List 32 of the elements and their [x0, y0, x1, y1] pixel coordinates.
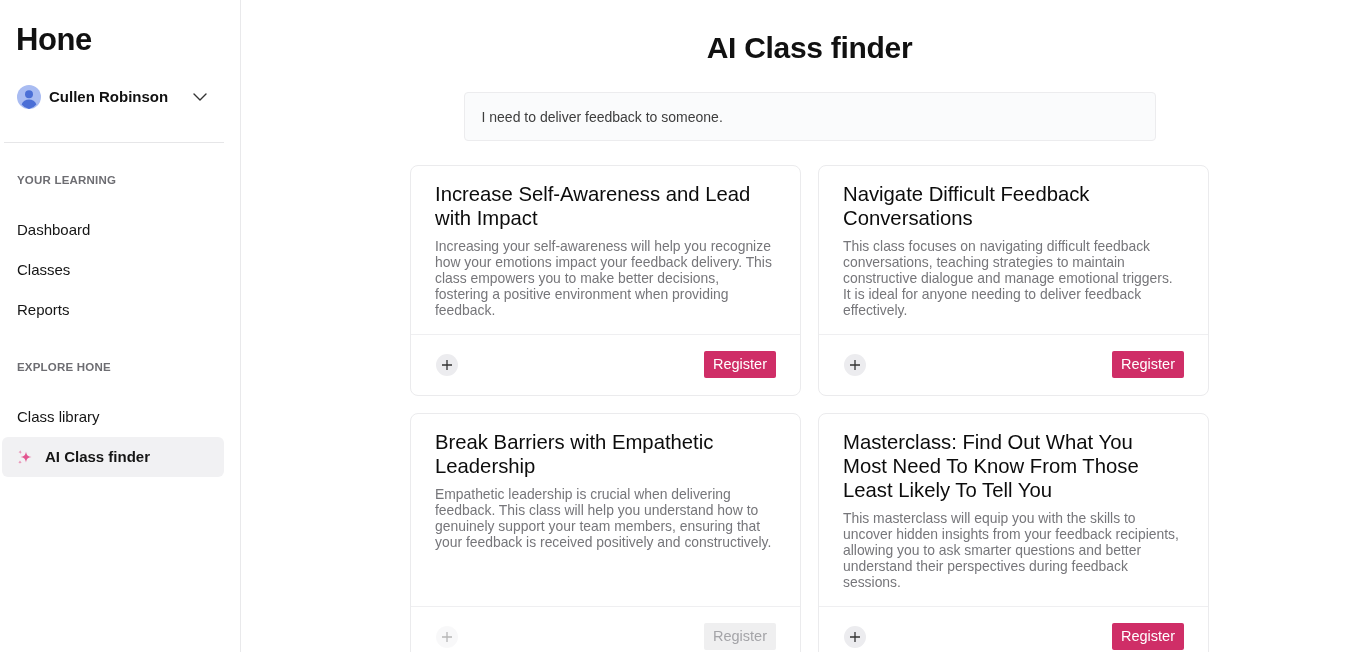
add-button[interactable]: [844, 626, 866, 648]
class-description: Empathetic leadership is crucial when delivering feedback. This class will help you understand how to genuinely support your team members, ensuring that your feedback is received positively and constructively.: [435, 486, 773, 550]
page-title: AI Class finder: [706, 30, 913, 66]
class-title: Masterclass: Find Out What You Most Need To Know From Those Least Likely To Tell You: [843, 430, 1140, 502]
add-button[interactable]: [844, 354, 866, 376]
plus-icon: [442, 632, 452, 642]
class-title: Break Barriers with Empathetic Leadership: [435, 430, 715, 478]
register-button[interactable]: Register: [1112, 623, 1184, 650]
plus-icon: [850, 632, 860, 642]
register-button[interactable]: Register: [1112, 351, 1184, 378]
register-button[interactable]: Register: [704, 351, 776, 378]
section-heading: YOUR LEARNING: [17, 173, 117, 188]
nav-link[interactable]: AI Class finder: [2, 437, 224, 477]
class-title: Increase Self-Awareness and Lead with Impact: [435, 182, 752, 230]
nav-link[interactable]: Dashboard: [2, 210, 224, 250]
nav-link[interactable]: Class library: [2, 397, 224, 437]
sparkle-icon: [17, 449, 32, 465]
avatar-icon: [17, 85, 41, 109]
search-field[interactable]: I need to deliver feedback to someone.: [463, 92, 1156, 141]
class-title: Navigate Difficult Feedback Conversations: [843, 182, 1091, 230]
class-description: Increasing your self-awareness will help you recognize how your emotions impact your feedback delivery. This class empowers you to make better decisions, fostering a positive environment when providing feedback.: [435, 238, 773, 318]
chevron-down-icon[interactable]: [193, 93, 207, 101]
class-description: This class focuses on navigating difficult feedback conversations, teaching strategies to maintain constructive dialogue and manage emotional triggers. It is ideal for anyone needing to deliver feedback effectively.: [843, 238, 1174, 318]
nav-link[interactable]: Reports: [2, 290, 224, 330]
section-heading: EXPLORE HONE: [17, 360, 111, 375]
plus-icon: [850, 360, 860, 370]
plus-icon: [442, 360, 452, 370]
nav-link[interactable]: Classes: [2, 250, 224, 290]
brand-logo: Hone: [16, 22, 92, 58]
add-button[interactable]: [436, 354, 458, 376]
user-name: Cullen Robinson: [49, 86, 169, 107]
class-description: This masterclass will equip you with the skills to uncover hidden insights from your feedback recipients, allowing you to ask smarter questions and better understand their perspectives during feedback sessions.: [843, 510, 1180, 590]
